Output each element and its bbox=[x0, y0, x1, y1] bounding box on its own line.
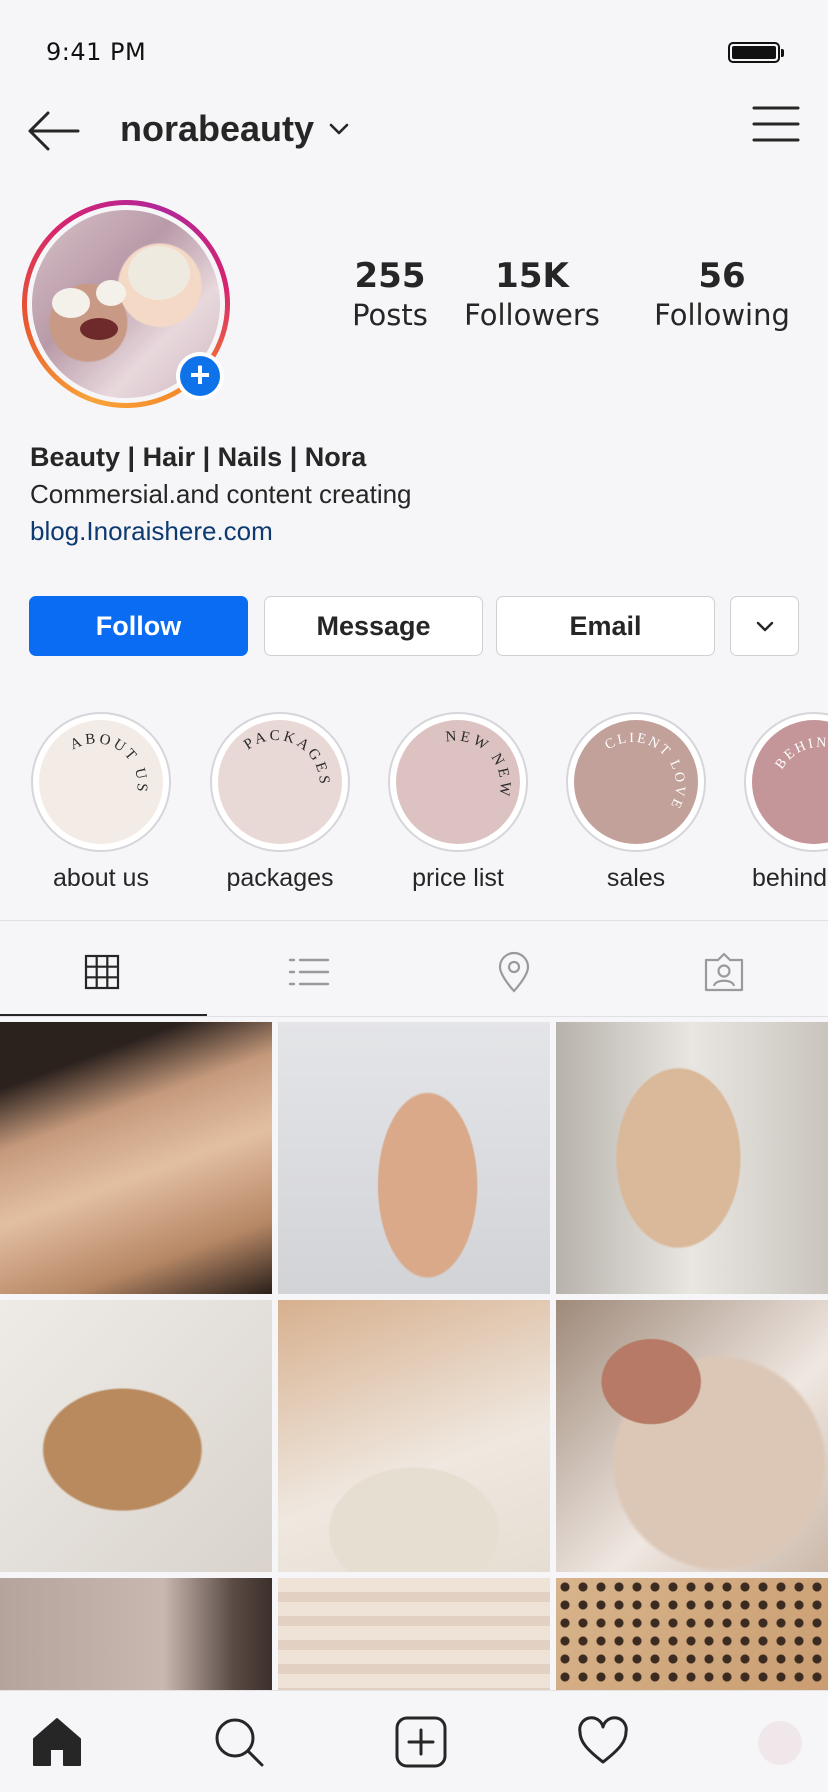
highlight-arc-text: BEHIND SCENES bbox=[773, 736, 828, 820]
highlight-label: about us bbox=[53, 864, 149, 892]
highlight-arc-text: PACKAGES bbox=[241, 728, 329, 787]
highlight-price-list[interactable]: NEW NEW price list bbox=[388, 712, 528, 893]
highlight-circle: ABOUT US bbox=[39, 720, 163, 844]
battery-full-icon bbox=[728, 42, 784, 63]
status-bar: 9:41 PM bbox=[0, 0, 828, 100]
bio-text: Commersial.and content creating bbox=[30, 479, 412, 509]
search-icon[interactable] bbox=[212, 1715, 266, 1769]
stat-following-value: 56 bbox=[698, 256, 746, 296]
profile-bio: Beauty | Hair | Nails | Nora Commersial.… bbox=[30, 442, 412, 547]
post-thumbnail[interactable] bbox=[278, 1022, 550, 1294]
svg-text:BEHIND SCENES: BEHIND SCENES bbox=[773, 736, 828, 820]
svg-text:CLIENT LOVE: CLIENT LOVE bbox=[603, 731, 688, 812]
stat-followers[interactable]: 15K Followers bbox=[452, 256, 612, 332]
highlight-label: price list bbox=[412, 864, 504, 892]
highlight-label: packages bbox=[226, 864, 334, 892]
svg-text:NEW NEW: NEW NEW bbox=[445, 728, 513, 799]
posts-grid bbox=[0, 1022, 828, 1690]
post-thumbnail[interactable] bbox=[0, 1022, 272, 1294]
home-icon[interactable] bbox=[30, 1715, 84, 1769]
bio-name: Beauty | Hair | Nails | Nora bbox=[30, 442, 367, 472]
stat-following-label: Following bbox=[654, 298, 790, 332]
post-thumbnail[interactable] bbox=[0, 1300, 272, 1572]
chevron-down-icon bbox=[756, 621, 773, 632]
tagged-person-icon[interactable] bbox=[702, 950, 746, 994]
post-thumbnail[interactable] bbox=[278, 1578, 550, 1690]
highlight-arc-text: NEW NEW bbox=[445, 728, 510, 799]
arrow-left-icon[interactable] bbox=[26, 110, 82, 152]
highlight-arc-text: CLIENT LOVE bbox=[603, 731, 685, 812]
profile-avatar[interactable] bbox=[758, 1721, 802, 1765]
profile-header: norabeauty bbox=[0, 96, 828, 166]
highlight-label: sales bbox=[606, 864, 666, 892]
tabs-divider bbox=[0, 1016, 828, 1017]
grid-icon[interactable] bbox=[80, 950, 124, 994]
new-post-icon[interactable] bbox=[394, 1715, 448, 1769]
highlight-circle: PACKAGES bbox=[218, 720, 342, 844]
highlight-about-us[interactable]: ABOUT US about us bbox=[31, 712, 171, 893]
stat-followers-label: Followers bbox=[464, 298, 600, 332]
plus-circle-icon[interactable]: + bbox=[176, 352, 224, 400]
highlight-label: behind bbox=[752, 864, 828, 892]
highlight-arc-text: ABOUT US bbox=[68, 731, 147, 795]
highlight-circle: BEHIND SCENES bbox=[752, 720, 828, 844]
message-button[interactable]: Message bbox=[264, 596, 483, 656]
bio-link[interactable]: blog.Inoraishere.com bbox=[30, 516, 412, 547]
hamburger-menu-icon[interactable] bbox=[752, 104, 800, 144]
bottom-navigation bbox=[0, 1690, 828, 1792]
stat-followers-value: 15K bbox=[495, 256, 569, 296]
post-thumbnail[interactable] bbox=[556, 1022, 828, 1294]
svg-text:PACKAGES: PACKAGES bbox=[241, 728, 332, 787]
stat-following[interactable]: 56 Following bbox=[646, 256, 798, 332]
section-divider bbox=[0, 920, 828, 921]
email-button[interactable]: Email bbox=[496, 596, 715, 656]
highlight-sales[interactable]: CLIENT LOVE sales bbox=[566, 712, 706, 893]
post-thumbnail[interactable] bbox=[556, 1578, 828, 1690]
suggestions-dropdown-button[interactable] bbox=[730, 596, 799, 656]
post-thumbnail[interactable] bbox=[0, 1578, 272, 1690]
chevron-down-icon[interactable] bbox=[326, 116, 352, 142]
follow-button[interactable]: Follow bbox=[29, 596, 248, 656]
location-pin-icon[interactable] bbox=[492, 950, 536, 994]
highlight-circle: NEW NEW bbox=[396, 720, 520, 844]
profile-tabs bbox=[0, 922, 828, 1018]
list-icon[interactable] bbox=[286, 950, 330, 994]
highlight-behind[interactable]: BEHIND SCENES behind bbox=[744, 712, 828, 893]
post-thumbnail[interactable] bbox=[556, 1300, 828, 1572]
svg-text:ABOUT US: ABOUT US bbox=[68, 731, 150, 795]
heart-icon[interactable] bbox=[576, 1715, 630, 1769]
story-highlights: ABOUT US about us PACKAGES packages NEW … bbox=[0, 712, 828, 898]
profile-username[interactable]: norabeauty bbox=[120, 108, 314, 150]
highlight-packages[interactable]: PACKAGES packages bbox=[210, 712, 350, 893]
status-time: 9:41 PM bbox=[46, 38, 147, 66]
post-thumbnail[interactable] bbox=[278, 1300, 550, 1572]
highlight-circle: CLIENT LOVE bbox=[574, 720, 698, 844]
